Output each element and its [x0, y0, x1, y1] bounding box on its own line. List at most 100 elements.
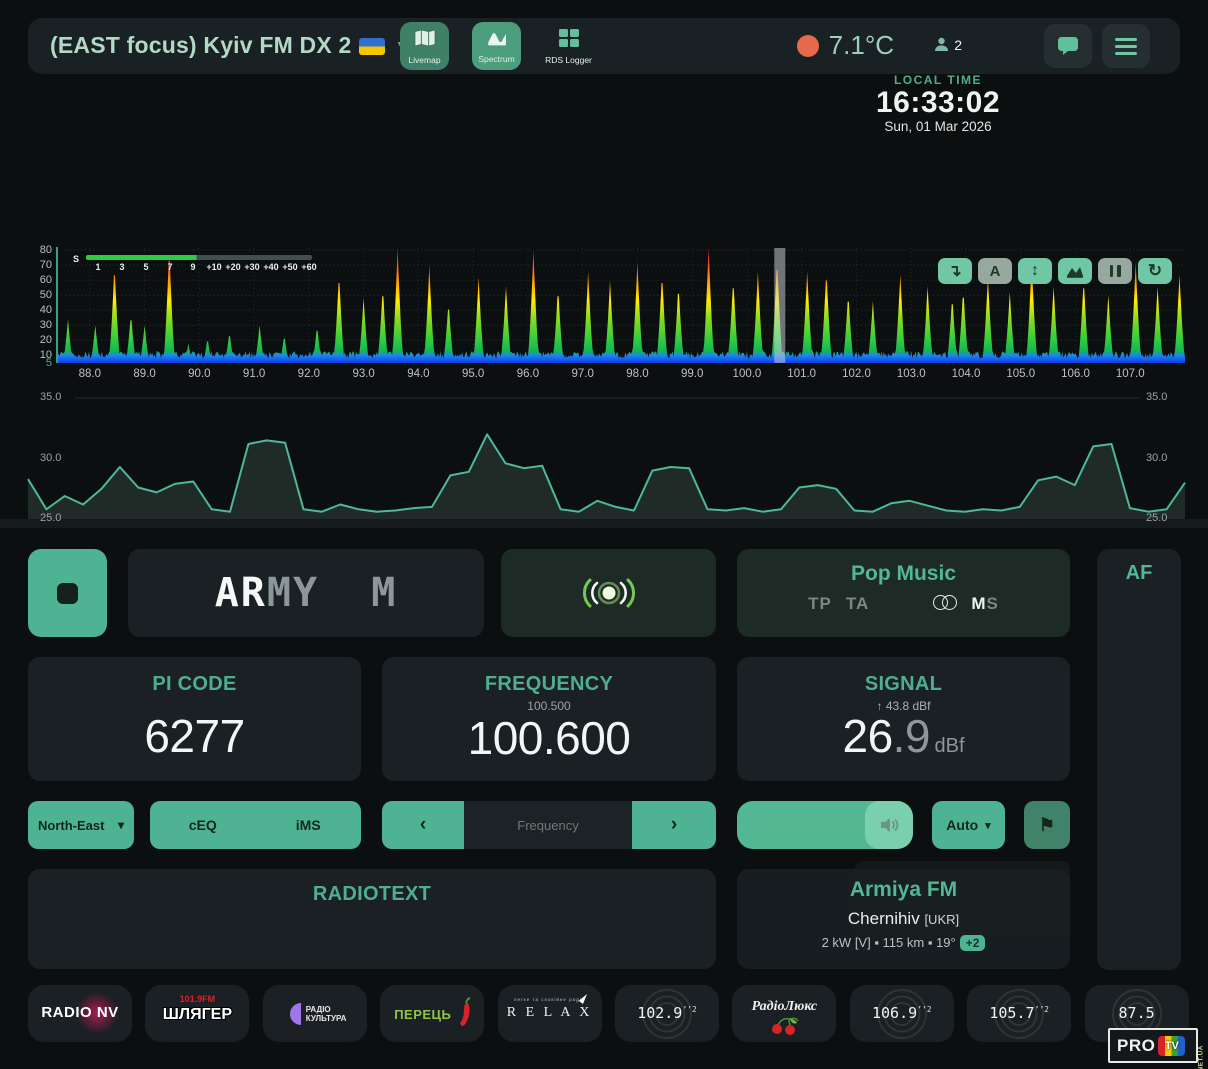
s-meter-tick: 7 [167, 262, 173, 272]
ims-button[interactable]: iMS [256, 817, 362, 833]
tx-more-badge[interactable]: +2 [959, 935, 986, 951]
station-logo-freq-106.9[interactable]: 106.9’’2 [849, 985, 954, 1042]
chevron-right-icon: › [670, 814, 678, 835]
antenna-select[interactable]: North-East ▾ [28, 801, 134, 849]
radiotext-title: RADIOTEXT [312, 883, 432, 905]
station-name: РАДІО КУЛЬТУРА [305, 1005, 347, 1023]
chat-button[interactable] [1044, 24, 1092, 68]
ta-flag: TA [845, 594, 870, 613]
spectrum-x-tick: 91.0 [242, 368, 266, 380]
tx-info-panel: Armiya FM Chernihiv [UKR] 2 kW [V] ▪ 115… [737, 869, 1070, 969]
server-title-text: (EAST focus) Kyiv FM DX 2 [50, 32, 352, 58]
tuned-frequency-marker [774, 248, 786, 363]
bird-icon [574, 993, 589, 1011]
frequency-stepper: ‹ › [382, 801, 716, 849]
nav-livemap-button[interactable]: Livemap [400, 22, 449, 70]
af-title: AF [1125, 562, 1153, 584]
spectrum-x-tick: 90.0 [188, 368, 211, 380]
spectrum-x-tick: 96.0 [516, 368, 540, 380]
nav-spectrum-button[interactable]: Spectrum [472, 22, 521, 70]
frequency-title: FREQUENCY [484, 673, 614, 695]
tp-flag: TP [808, 594, 832, 613]
local-time-value: 16:33:02 [875, 86, 1001, 119]
antenna-value: North-East [38, 817, 105, 833]
pi-code-value: 6277 [144, 710, 245, 762]
vertical-zoom-button[interactable]: ↕ [1018, 258, 1052, 284]
volume-handle[interactable] [865, 801, 913, 849]
auto-scale-button[interactable]: A [978, 258, 1012, 284]
eq-ims-group: cEQ iMS [150, 801, 361, 849]
station-logo-kultura[interactable]: РАДІО КУЛЬТУРА [262, 985, 367, 1042]
menu-icon [1115, 37, 1137, 41]
station-frequency: 87.5 [1118, 1004, 1155, 1022]
server-title[interactable]: (EAST focus) Kyiv FM DX 2 ▾ [50, 32, 406, 59]
audio-mode-select[interactable]: Auto ▾ [932, 801, 1005, 849]
signal-graph[interactable]: 35.0 35.0 30.0 30.0 25.0 25.0 [0, 388, 1208, 528]
spectrum-x-tick: 93.0 [352, 368, 375, 380]
user-icon [935, 37, 949, 51]
protv-pro-text: PRO [1117, 1035, 1156, 1055]
station-logo-freq-102.9[interactable]: 102.9’’2 [615, 985, 719, 1042]
station-logo-relax[interactable]: легке та спокійне радіо R E L A X [497, 985, 602, 1042]
listener-counter: 2 [933, 36, 962, 53]
pty-panel: Pop Music TP TA MS [737, 549, 1070, 637]
scroll-down-button[interactable]: ↴ [938, 258, 972, 284]
stereo-circles-icon [933, 595, 958, 613]
station-logo-perets[interactable]: ПЕРЕЦЬ [380, 985, 485, 1042]
af-panel: AF [1097, 549, 1181, 970]
spectrum-y-tick: 5 [45, 357, 52, 369]
map-icon [413, 28, 436, 53]
spectrum-x-tick: 106.0 [1061, 368, 1090, 380]
spectrum-x-tick: 105.0 [1006, 368, 1036, 380]
play-stop-button[interactable] [28, 549, 107, 637]
frequency-value[interactable]: 100.600 [382, 711, 716, 765]
frequency-input[interactable] [464, 801, 632, 849]
report-flag-button[interactable]: ⚑ [1024, 801, 1070, 849]
local-time-label: LOCAL TIME [893, 73, 983, 87]
flag-icon: ⚑ [1038, 814, 1056, 835]
spectrum-y-tick: 20 [39, 334, 52, 347]
spectrum-y-tick: 70 [39, 259, 52, 272]
local-time-widget: LOCAL TIME 16:33:02 Sun, 01 Mar 2026 [828, 73, 1048, 134]
stereo-panel [501, 549, 716, 637]
signal-title: SIGNAL [864, 673, 943, 695]
frequency-down-button[interactable]: ‹ [382, 801, 464, 849]
station-name: RADIO NV [41, 1004, 119, 1021]
frequency-up-button[interactable]: › [632, 801, 716, 849]
station-frequency: 106.9’’2 [871, 1004, 932, 1022]
spectrum-x-tick: 102.0 [842, 368, 871, 380]
signal-value: 26.9 dBf [842, 710, 965, 762]
menu-button[interactable] [1102, 24, 1150, 68]
cherries-icon [770, 1017, 800, 1042]
station-logo-shlyager[interactable]: 101.9FM ШЛЯГЕР [145, 985, 250, 1042]
spectrum-icon [486, 29, 508, 52]
weather-widget: 7.1°C [796, 30, 894, 61]
protv-watermark: PRO TV NET.UA [1108, 1028, 1204, 1069]
spectrum-y-tick: 80 [39, 244, 52, 256]
pi-code-card: PI CODE 6277 [28, 657, 361, 781]
tx-country: [UKR] [924, 912, 960, 927]
station-logo-lux[interactable]: РадіоЛюкс [732, 985, 837, 1042]
spectrum-x-tick: 95.0 [461, 368, 485, 380]
chat-icon [1058, 37, 1078, 55]
volume-slider[interactable] [737, 801, 913, 849]
eq-button[interactable]: cEQ [150, 817, 256, 833]
station-logo-freq-105.7[interactable]: 105.7’’2 [967, 985, 1072, 1042]
tx-station-name[interactable]: Armiya FM [737, 878, 1070, 902]
graph-mode-button[interactable] [1058, 258, 1092, 284]
signal-y-tick: 25.0 [40, 512, 62, 524]
ps-segment: AR [214, 570, 267, 616]
nav-rds-logger-button[interactable]: RDS Logger [544, 22, 593, 70]
chevron-left-icon: ‹ [419, 814, 427, 835]
stop-icon [57, 582, 78, 604]
protv-tv-icon: TV [1158, 1035, 1186, 1056]
refresh-button[interactable]: ↻ [1138, 258, 1172, 284]
signal-y-tick: 35.0 [40, 391, 62, 403]
spectrum-x-tick: 94.0 [407, 368, 430, 380]
pause-icon[interactable] [1098, 258, 1132, 284]
temperature-value: 7.1°C [828, 30, 894, 60]
nav-label: Spectrum [478, 53, 515, 64]
signal-card: SIGNAL ↑ 43.8 dBf 26.9 dBf [737, 657, 1070, 781]
station-logo-nv[interactable]: RADIO NV [28, 985, 132, 1042]
rds-flags-row: TP TA MS [737, 594, 1070, 614]
